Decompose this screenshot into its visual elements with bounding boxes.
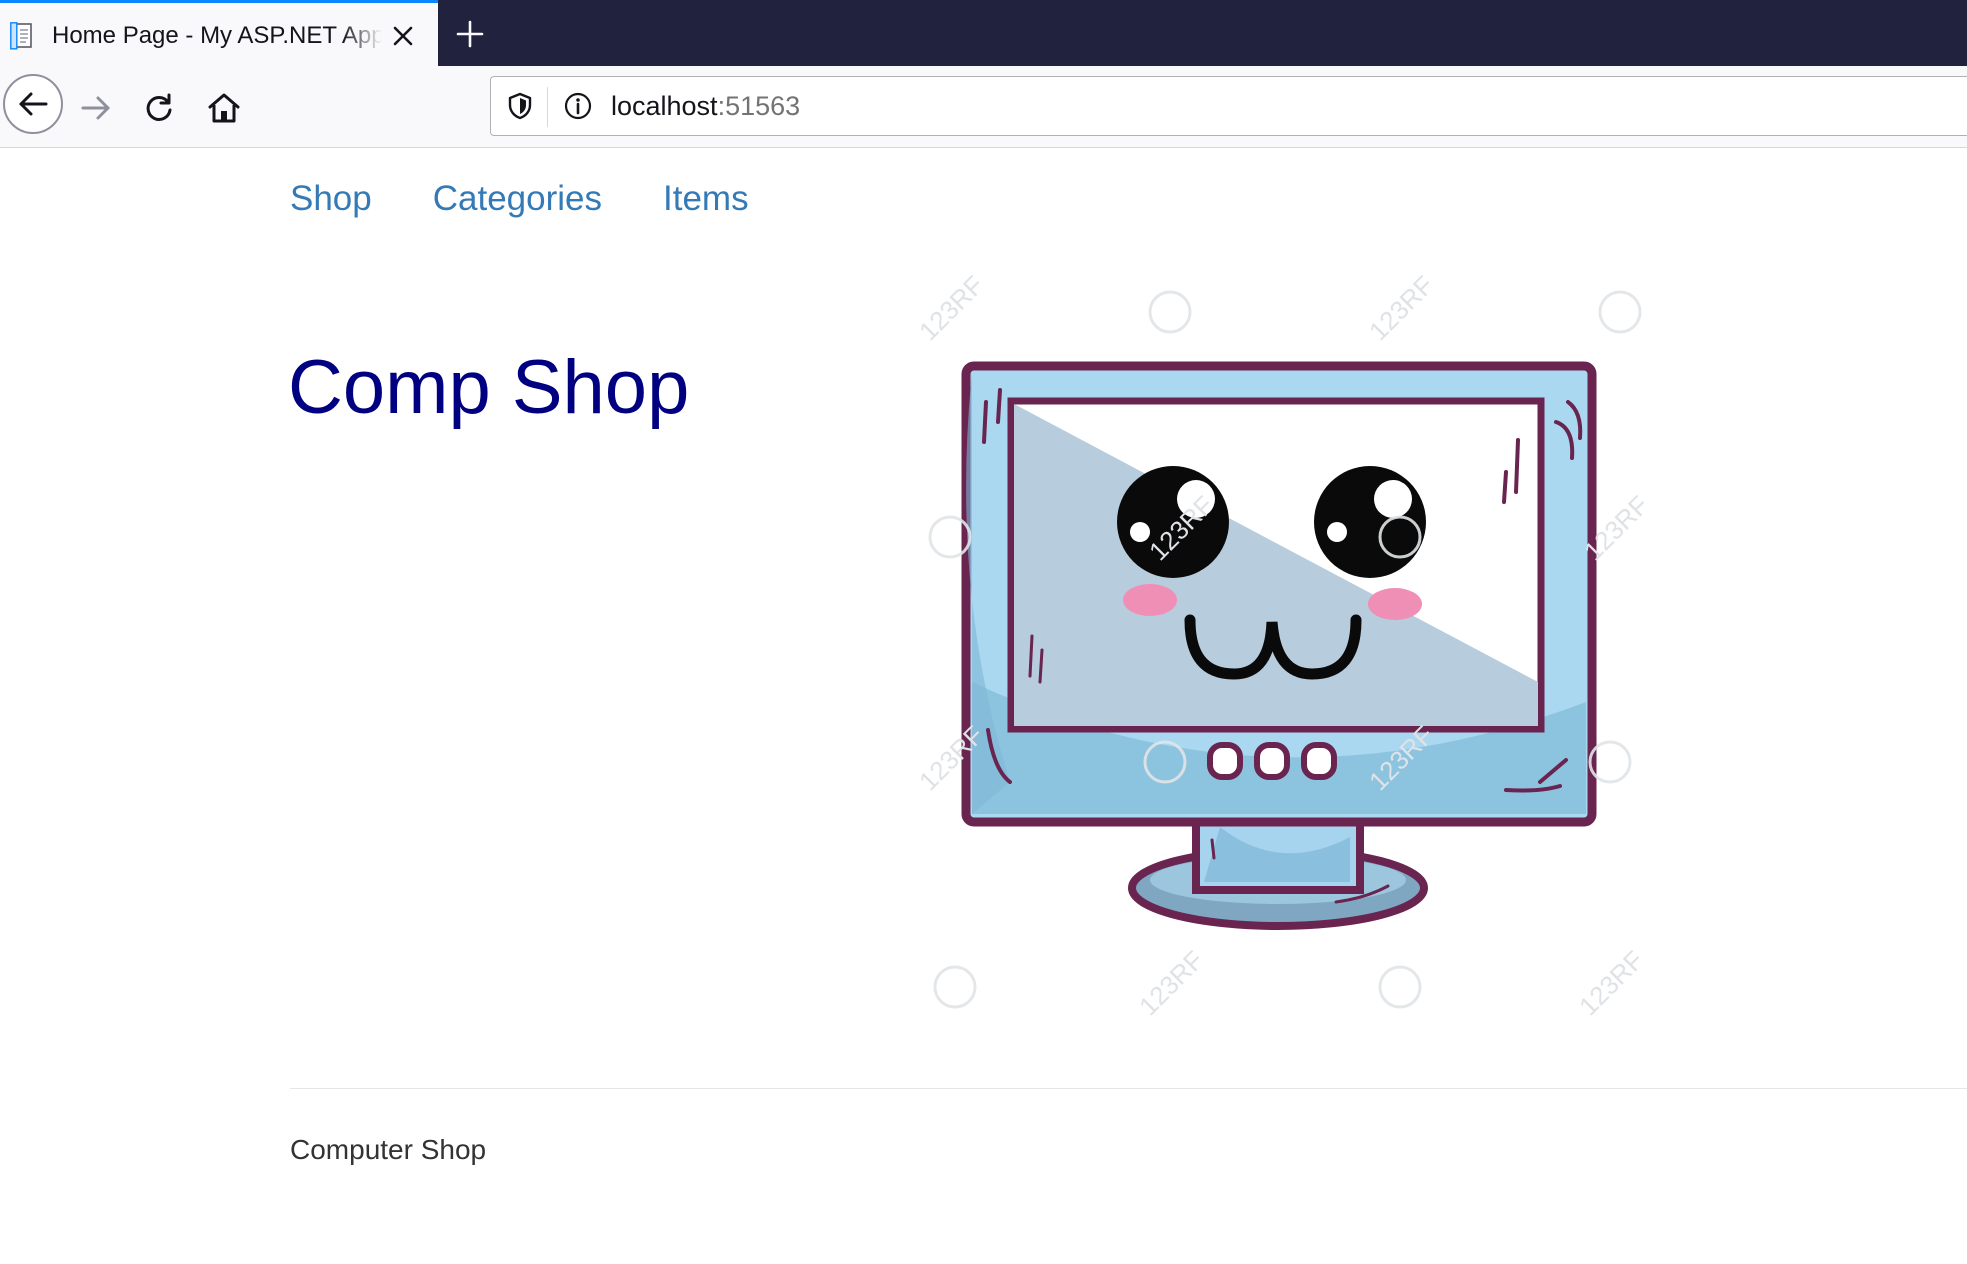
nav-link-items[interactable]: Items	[663, 174, 749, 224]
site-info-icon[interactable]	[563, 91, 593, 121]
svg-text:123RF: 123RF	[1363, 270, 1439, 346]
svg-text:123RF: 123RF	[913, 270, 989, 346]
browser-tab-strip: Home Page - My ASP.NET Application	[0, 0, 1967, 66]
svg-text:123RF: 123RF	[1133, 945, 1209, 1021]
page-document-icon	[10, 22, 32, 50]
url-port: :51563	[717, 91, 801, 121]
home-button[interactable]	[196, 80, 252, 136]
browser-tab-active[interactable]: Home Page - My ASP.NET Application	[0, 0, 438, 66]
home-icon	[208, 93, 240, 123]
address-bar[interactable]: localhost:51563	[490, 76, 1967, 136]
url-host: localhost	[611, 91, 718, 121]
reload-button[interactable]	[131, 80, 187, 136]
page-title: Comp Shop	[288, 345, 690, 430]
footer-text: Computer Shop	[290, 1134, 487, 1165]
address-bar-separator	[547, 87, 548, 127]
nav-link-shop[interactable]: Shop	[290, 174, 372, 224]
reload-icon	[146, 93, 172, 121]
browser-tab-title: Home Page - My ASP.NET Application	[52, 22, 382, 49]
tracking-protection-shield-icon[interactable]	[505, 91, 535, 121]
svg-text:123RF: 123RF	[1573, 945, 1649, 1021]
new-tab-plus-icon[interactable]	[452, 16, 488, 52]
url-text[interactable]: localhost:51563	[611, 91, 800, 122]
footer-divider	[290, 1088, 1967, 1089]
nav-link-categories[interactable]: Categories	[433, 174, 602, 224]
back-button[interactable]	[3, 74, 63, 134]
arrow-right-icon	[81, 96, 110, 120]
site-navigation: Shop Categories Items	[290, 174, 810, 224]
arrow-left-icon	[19, 92, 48, 116]
forward-button[interactable]	[68, 80, 124, 136]
close-tab-icon[interactable]	[388, 21, 418, 51]
browser-toolbar: localhost:51563	[0, 66, 1967, 148]
kawaii-computer-monitor-image: 123RF 123RF 123RF 123RF 123RF 123RF 123R…	[913, 270, 1654, 1021]
